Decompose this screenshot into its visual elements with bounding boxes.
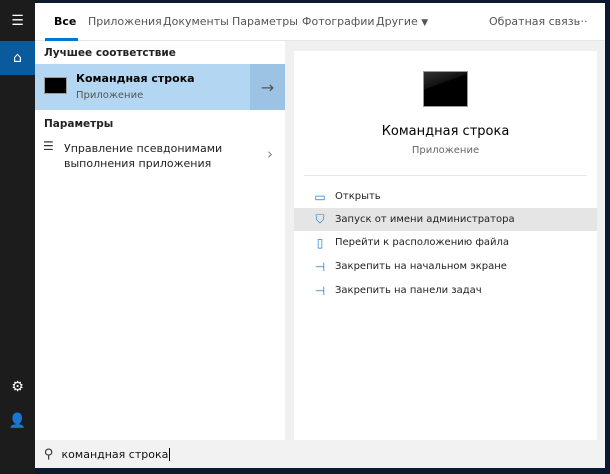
- open-arrow-button[interactable]: →: [250, 64, 285, 110]
- action-pin-taskbar[interactable]: ⊣ Закрепить на панели задач: [294, 279, 597, 302]
- action-label: Закрепить на панели задач: [335, 285, 482, 296]
- tab-other-label: Другие: [376, 15, 418, 28]
- best-match-subtitle: Приложение: [76, 90, 144, 101]
- preview-title: Командная строка: [381, 124, 510, 139]
- more-button[interactable]: ···: [577, 15, 588, 28]
- arrow-right-icon: →: [260, 77, 275, 97]
- chevron-right-icon: ›: [267, 145, 273, 163]
- results-list: Лучшее соответствие Командная строка При…: [35, 41, 285, 440]
- tab-all[interactable]: Все: [54, 15, 76, 28]
- tab-documents[interactable]: Документы: [163, 15, 229, 28]
- header: Все Приложения Документы Параметры Фотог…: [35, 3, 605, 41]
- pin-icon: ⊣: [314, 283, 326, 298]
- search-box[interactable]: ⚲ командная строка: [35, 440, 605, 468]
- sidebar: ☰ ⌂ ⚙ 👤: [0, 0, 35, 474]
- preview-pane: Командная строка Приложение ▭ Открыть ⛉ За…: [294, 51, 597, 440]
- tab-other[interactable]: Другие ▼: [376, 15, 428, 28]
- caret-down-icon: ▼: [421, 18, 429, 28]
- search-icon: ⚲: [44, 446, 54, 462]
- action-open[interactable]: ▭ Открыть: [294, 185, 597, 208]
- search-input[interactable]: командная строка: [62, 447, 171, 461]
- tab-settings[interactable]: Параметры: [232, 15, 298, 28]
- preview-subtitle: Приложение: [411, 145, 480, 156]
- settings-heading: Параметры: [44, 118, 114, 130]
- cmd-app-icon: [44, 77, 67, 94]
- setting-item[interactable]: ☰ Управление псевдонимами выполнения при…: [35, 137, 285, 177]
- menu-icon[interactable]: ☰: [0, 4, 35, 38]
- action-open-file-location[interactable]: ▯ Перейти к расположению файла: [294, 231, 597, 254]
- feedback-icon[interactable]: 👤: [0, 404, 35, 438]
- divider: [304, 175, 587, 176]
- best-match-item[interactable]: Командная строка Приложение →: [35, 64, 285, 110]
- search-panel: Все Приложения Документы Параметры Фотог…: [35, 3, 605, 468]
- setting-item-line1: Управление псевдонимами: [64, 142, 223, 155]
- action-label: Перейти к расположению файла: [335, 237, 510, 248]
- gear-icon[interactable]: ⚙: [0, 370, 35, 404]
- tab-apps[interactable]: Приложения: [88, 15, 162, 28]
- action-label: Открыть: [335, 191, 381, 202]
- action-pin-start[interactable]: ⊣ Закрепить на начальном экране: [294, 255, 597, 278]
- best-match-title: Командная строка: [76, 72, 195, 85]
- list-settings-icon: ☰: [43, 139, 54, 153]
- feedback-link[interactable]: Обратная связь: [489, 15, 580, 28]
- action-run-as-admin[interactable]: ⛉ Запуск от имени администратора: [294, 208, 597, 231]
- action-label: Закрепить на начальном экране: [335, 261, 507, 272]
- file-location-icon: ▯: [316, 235, 324, 250]
- action-label: Запуск от имени администратора: [335, 214, 515, 225]
- setting-item-line2: выполнения приложения: [64, 157, 212, 170]
- cmd-large-icon: [423, 71, 468, 107]
- home-icon[interactable]: ⌂: [0, 41, 35, 75]
- best-match-heading: Лучшее соответствие: [44, 47, 176, 59]
- open-icon: ▭: [314, 189, 326, 204]
- pin-icon: ⊣: [314, 259, 326, 274]
- shield-icon: ⛉: [315, 212, 325, 226]
- tab-photos[interactable]: Фотографии: [302, 15, 375, 28]
